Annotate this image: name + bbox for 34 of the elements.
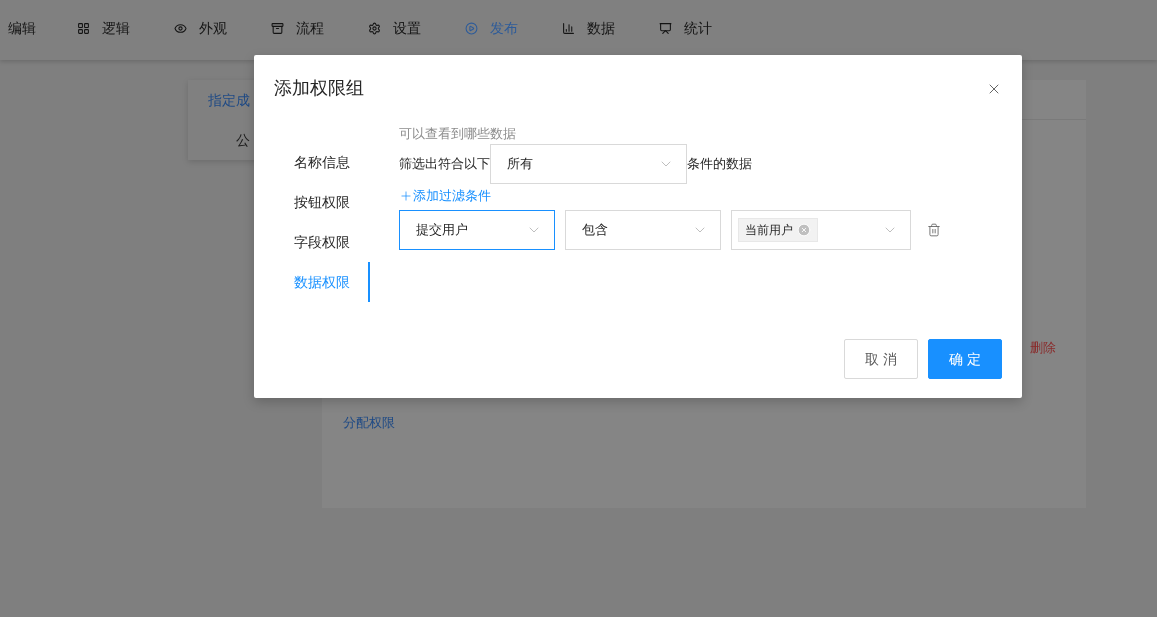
dialog-side-tab[interactable]: 字段权限 (274, 222, 370, 262)
field-select[interactable]: 提交用户 (399, 210, 555, 250)
dialog-side-tab[interactable]: 名称信息 (274, 142, 370, 182)
play-icon (465, 22, 478, 35)
nav-tab[interactable]: 数据 (540, 0, 637, 60)
value-select[interactable]: 当前用户 (731, 210, 911, 250)
presentation-icon (659, 22, 672, 35)
settings-icon (368, 22, 381, 35)
assign-permission-link[interactable]: 分配权限 (343, 414, 395, 430)
nav-tab[interactable]: 外观 (152, 0, 249, 60)
confirm-button[interactable]: 确 定 (928, 339, 1002, 379)
value-tag: 当前用户 (738, 218, 818, 242)
cancel-button[interactable]: 取 消 (844, 339, 918, 379)
bar-chart-icon (562, 22, 575, 35)
operator-select[interactable]: 包含 (565, 210, 721, 250)
nav-tab[interactable]: 流程 (249, 0, 346, 60)
plus-icon (399, 189, 413, 203)
archive-icon (271, 22, 284, 35)
nav-tab[interactable]: 统计 (637, 0, 734, 60)
match-select[interactable]: 所有 (490, 144, 687, 184)
grid-icon (77, 22, 90, 35)
add-filter-link[interactable]: 添加过滤条件 (399, 186, 491, 206)
delete-link[interactable]: 删除 (1030, 338, 1056, 358)
hint-text: 可以查看到哪些数据 (399, 126, 517, 143)
nav-tab[interactable]: 逻辑 (55, 0, 152, 60)
dialog-title: 添加权限组 (274, 77, 364, 100)
filter-prefix-text: 筛选出符合以下 (399, 155, 490, 174)
eye-icon (174, 22, 187, 35)
dialog-side-tab[interactable]: 数据权限 (274, 262, 370, 302)
nav-tab[interactable]: 编辑 (0, 0, 55, 60)
nav-tab[interactable]: 设置 (346, 0, 443, 60)
dialog-side-tab[interactable]: 按钮权限 (274, 182, 370, 222)
delete-icon[interactable] (927, 223, 941, 237)
filter-suffix-text: 条件的数据 (687, 155, 752, 174)
